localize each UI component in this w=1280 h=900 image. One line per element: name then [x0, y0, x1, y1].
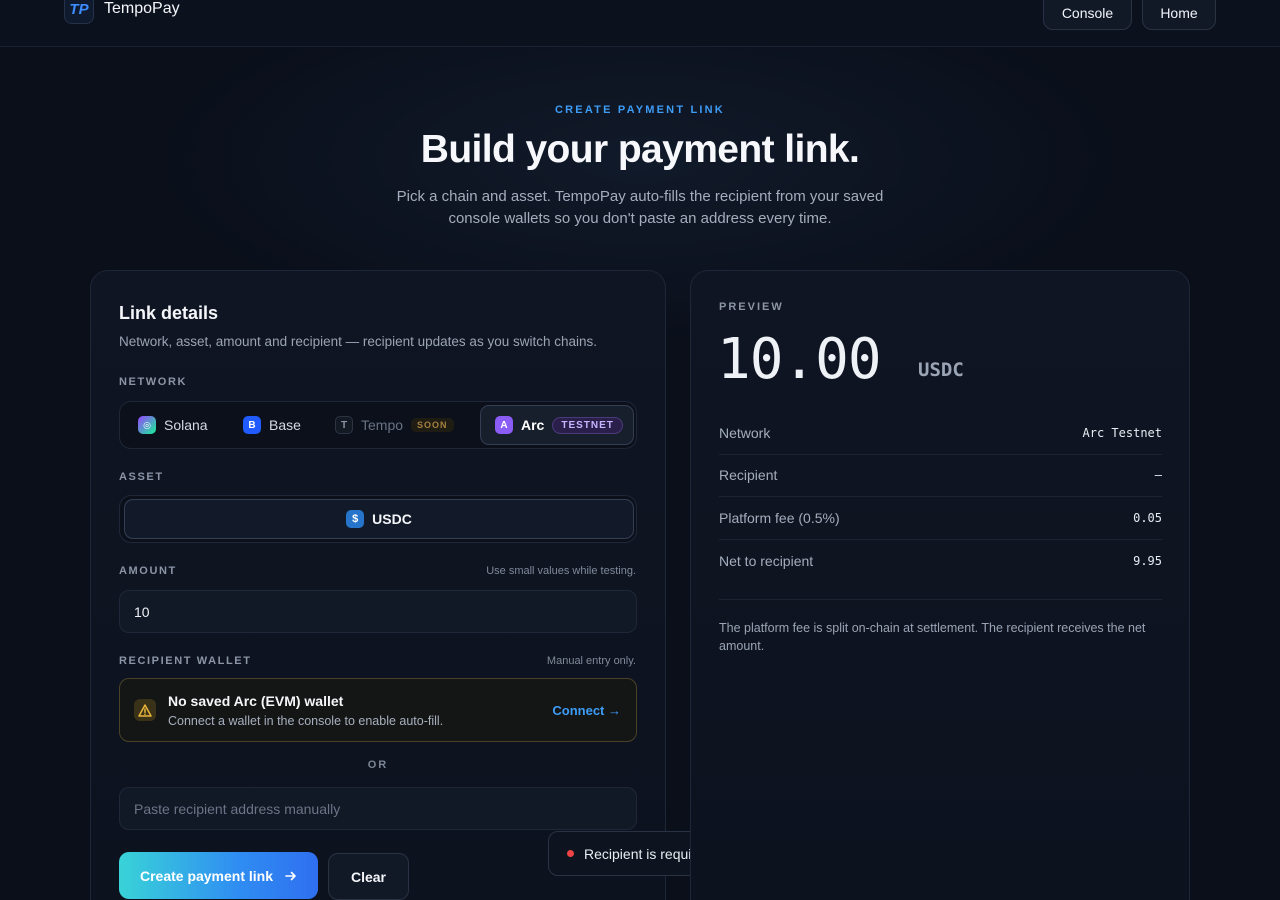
network-label: NETWORK	[119, 376, 188, 388]
arrow-right-icon	[285, 871, 296, 880]
page-title: Build your payment link.	[420, 128, 860, 171]
recipient-hint: Manual entry only.	[546, 655, 636, 667]
asset-option-usdc[interactable]: $ USDC	[124, 499, 634, 539]
subtitle-line-1: Pick a chain and asset. TempoPay auto-fi…	[396, 188, 884, 205]
brand[interactable]: TP TempoPay	[64, 0, 180, 24]
asset-selector: $ USDC	[119, 495, 637, 543]
preview-divider	[719, 599, 1162, 600]
usdc-icon: $	[346, 510, 365, 528]
base-icon: B	[243, 416, 261, 434]
preview-row-network: Network Arc Testnet	[719, 412, 1162, 455]
preview-label: PREVIEW	[719, 301, 784, 313]
preview-row-platform-fee: Platform fee (0.5%) 0.05	[719, 497, 1162, 540]
recipient-address-input[interactable]	[119, 787, 637, 830]
network-option-label: Tempo	[361, 417, 404, 433]
warning-icon	[134, 699, 156, 721]
home-button[interactable]: Home	[1142, 0, 1216, 30]
asset-option-label: USDC	[372, 511, 412, 527]
row-label: Platform fee (0.5%)	[719, 509, 840, 526]
preview-row-recipient: Recipient —	[719, 455, 1162, 497]
arc-icon: A	[495, 416, 513, 434]
or-divider: OR	[367, 759, 389, 771]
row-label: Network	[719, 424, 771, 441]
network-option-label: Solana	[164, 417, 208, 433]
connect-wallet-link[interactable]: Connect →	[552, 703, 621, 718]
row-value: 0.05	[1133, 510, 1162, 525]
console-button[interactable]: Console	[1043, 0, 1132, 30]
network-option-tempo: T Tempo SOON	[335, 405, 454, 445]
network-option-solana[interactable]: ◎ Solana	[138, 405, 208, 445]
preview-amount: 10.00	[717, 327, 882, 392]
row-value: —	[1154, 468, 1162, 483]
create-button-label: Create payment link	[139, 867, 274, 884]
network-option-arc[interactable]: A Arc TESTNET	[480, 405, 634, 445]
testnet-badge: TESTNET	[552, 416, 623, 434]
subtitle-line-2: console wallets so you don't paste an ad…	[448, 210, 832, 227]
row-label: Net to recipient	[719, 552, 814, 569]
preview-summary: Network Arc Testnet Recipient — Platform…	[719, 412, 1162, 582]
soon-badge: SOON	[411, 418, 454, 432]
amount-hint: Use small values while testing.	[486, 565, 636, 577]
amount-input[interactable]	[119, 590, 637, 633]
tempopay-logo-icon: TP	[64, 0, 94, 24]
card-description: Network, asset, amount and recipient — r…	[119, 334, 597, 349]
recipient-wallet-label: RECIPIENT WALLET	[119, 655, 252, 667]
preview-row-net: Net to recipient 9.95	[719, 540, 1162, 583]
network-option-label: Arc	[521, 417, 545, 433]
brand-name: TempoPay	[104, 0, 180, 17]
amount-label: AMOUNT	[119, 565, 177, 577]
top-nav-bar: TP TempoPay Console Home	[0, 0, 1280, 47]
network-option-label: Base	[269, 417, 301, 433]
card-title: Link details	[119, 303, 219, 323]
preview-currency: USDC	[918, 359, 964, 381]
page-subtitle: Pick a chain and asset. TempoPay auto-fi…	[0, 186, 1280, 230]
asset-label: ASSET	[119, 471, 164, 483]
clear-button[interactable]: Clear	[328, 853, 409, 900]
no-wallet-warning: No saved Arc (EVM) wallet Connect a wall…	[119, 678, 637, 742]
link-details-card: Link details Network, asset, amount and …	[90, 270, 666, 900]
warning-message: Connect a wallet in the console to enabl…	[168, 714, 444, 728]
error-dot-icon	[567, 850, 574, 857]
preview-card: PREVIEW 10.00 USDC Network Arc Testnet R…	[690, 270, 1190, 900]
tempo-icon: T	[335, 416, 353, 434]
row-label: Recipient	[719, 467, 778, 484]
solana-icon: ◎	[138, 416, 156, 434]
row-value: 9.95	[1133, 553, 1162, 568]
warning-title: No saved Arc (EVM) wallet	[168, 693, 344, 709]
network-option-base[interactable]: B Base	[243, 405, 301, 445]
network-selector: ◎ Solana B Base T Tempo SOON A Arc TESTN…	[119, 401, 637, 449]
row-value: Arc Testnet	[1082, 425, 1162, 440]
preview-note: The platform fee is split on-chain at se…	[719, 621, 1146, 653]
create-payment-link-button[interactable]: Create payment link	[119, 852, 318, 899]
page-eyebrow: CREATE PAYMENT LINK	[555, 104, 725, 116]
